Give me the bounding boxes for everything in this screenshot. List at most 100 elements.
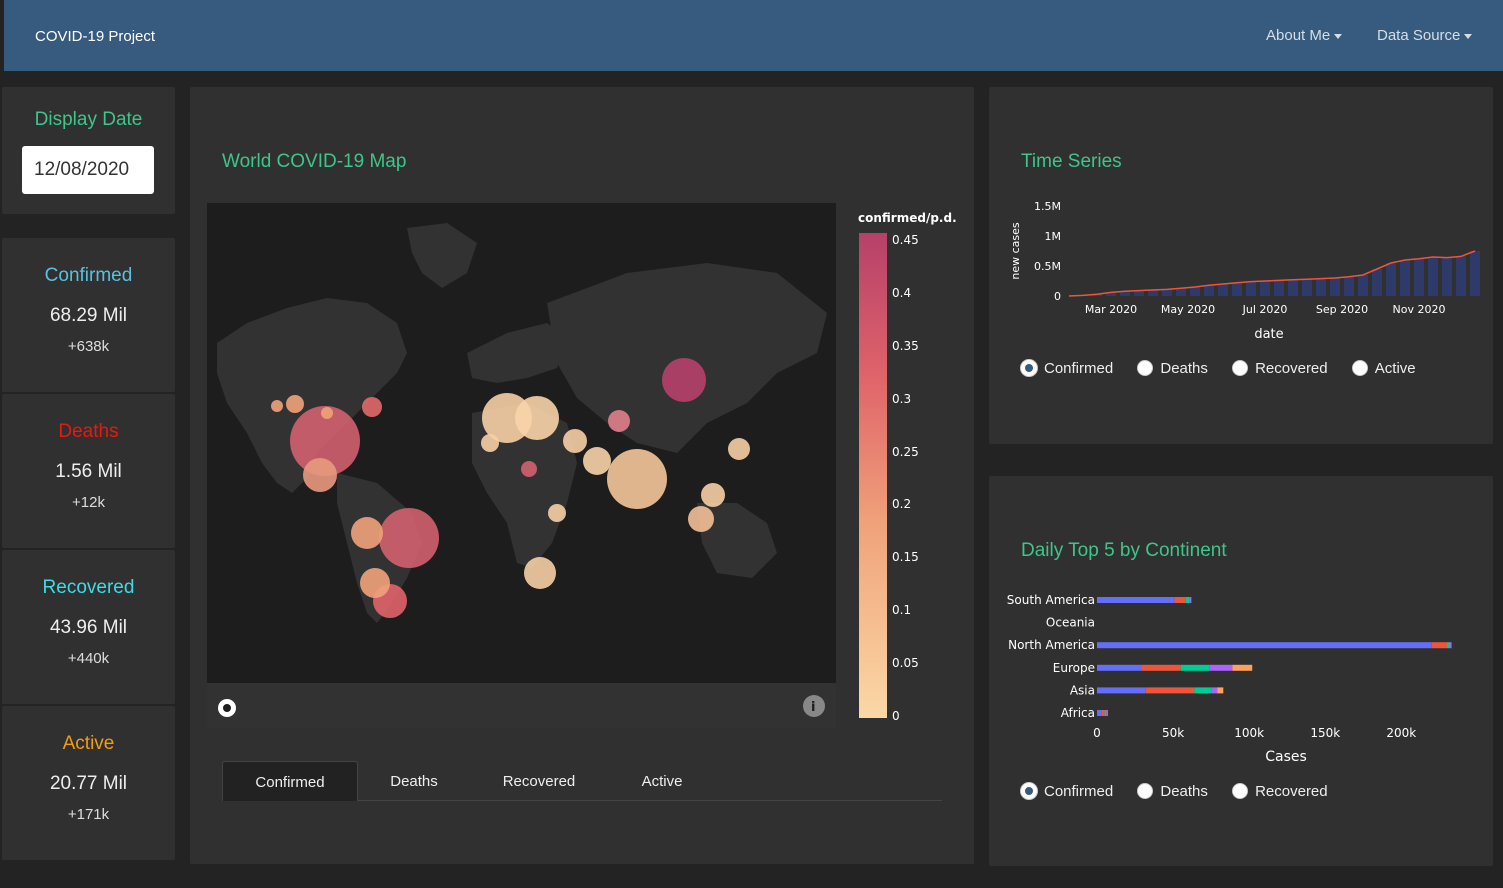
radio-active-label[interactable]: Active: [1375, 360, 1416, 377]
bar-segment[interactable]: [1141, 664, 1181, 671]
bar-segment[interactable]: [1194, 687, 1212, 694]
top5-radio-confirmed-label[interactable]: Confirmed: [1044, 783, 1113, 800]
ts-bar: [1316, 278, 1326, 296]
map-panel: World COVID-19 Map i confirmed/p.d. 0.45…: [190, 87, 974, 864]
ts-x-axis-title: date: [1254, 327, 1283, 342]
map-bubble[interactable]: [351, 517, 383, 549]
brand-title[interactable]: COVID-19 Project: [35, 28, 155, 45]
bar-segment[interactable]: [1209, 664, 1233, 671]
landmass: [207, 223, 836, 728]
colorbar-title: confirmed/p.d.: [858, 211, 957, 225]
radio-confirmed-label[interactable]: Confirmed: [1044, 360, 1113, 377]
bar-x-tick: 100k: [1234, 726, 1264, 740]
top5-radio-deaths-label[interactable]: Deaths: [1160, 783, 1208, 800]
time-series-panel: Time Series 0 0.5M 1M 1.5M Mar 2020 May 2020 J…: [989, 87, 1493, 444]
map-bubble[interactable]: [521, 461, 537, 477]
ts-y-tick: 1.5M: [1034, 200, 1061, 213]
caret-down-icon: [1334, 33, 1343, 39]
date-panel: Display Date 12/08/2020: [2, 87, 175, 214]
bar-segment[interactable]: [1189, 597, 1192, 603]
about-me-dropdown[interactable]: About Me: [1266, 27, 1343, 44]
ts-bar: [1162, 289, 1172, 296]
map-bubble[interactable]: [321, 407, 333, 419]
tab-recovered[interactable]: Recovered: [474, 761, 604, 801]
bar-segment[interactable]: [1097, 642, 1432, 649]
bar-segment[interactable]: [1106, 710, 1108, 716]
bar-segment[interactable]: [1101, 710, 1105, 716]
map-bubble[interactable]: [379, 508, 439, 568]
bar-segment[interactable]: [1217, 687, 1224, 694]
ts-bar: [1330, 278, 1340, 296]
world-map-svg: i: [207, 223, 836, 728]
colorbar-tick-label: 0.35: [892, 338, 919, 353]
radio-recovered-label[interactable]: Recovered: [1255, 360, 1328, 377]
ts-bar: [1414, 258, 1424, 296]
map-bubble[interactable]: [662, 358, 706, 402]
ts-bar: [1470, 251, 1480, 296]
ts-x-tick: Sep 2020: [1316, 303, 1368, 316]
bar-segment[interactable]: [1097, 664, 1142, 671]
tab-deaths[interactable]: Deaths: [358, 761, 470, 801]
radio-active[interactable]: [1351, 360, 1368, 376]
radio-recovered[interactable]: [1232, 360, 1249, 376]
map-bubble[interactable]: [608, 410, 630, 432]
map-bubble[interactable]: [688, 506, 714, 532]
data-source-label: Data Source: [1377, 27, 1461, 44]
bar-segment[interactable]: [1097, 597, 1175, 603]
radio-deaths-label[interactable]: Deaths: [1160, 360, 1208, 377]
map-bubble[interactable]: [360, 568, 390, 598]
tab-active[interactable]: Active: [612, 761, 712, 801]
top5-radio-recovered-label[interactable]: Recovered: [1255, 783, 1328, 800]
bar-segment[interactable]: [1106, 710, 1107, 716]
ts-bar: [1288, 279, 1298, 296]
ts-y-tick: 0: [1054, 290, 1061, 303]
bar-segment[interactable]: [1180, 664, 1210, 671]
ts-bar: [1176, 288, 1186, 296]
bar-segment[interactable]: [1447, 642, 1451, 649]
ts-bar: [1232, 282, 1242, 296]
colorbar-tick-label: 0.45: [892, 233, 919, 247]
top5-radio-recovered[interactable]: [1232, 783, 1249, 799]
recovered-delta: +440k: [67, 650, 110, 667]
recovered-card: Recovered 43.96 Mil +440k: [2, 550, 175, 704]
radio-confirmed[interactable]: [1021, 360, 1037, 376]
map-bubble[interactable]: [303, 458, 337, 492]
bar-segment[interactable]: [1185, 597, 1190, 603]
bar-segment[interactable]: [1450, 642, 1452, 649]
map-bubble[interactable]: [515, 396, 559, 440]
bar-segment[interactable]: [1097, 687, 1146, 694]
radio-deaths[interactable]: [1137, 360, 1154, 376]
map-bubble[interactable]: [548, 504, 566, 522]
active-delta: +171k: [67, 806, 110, 823]
data-source-dropdown[interactable]: Data Source: [1377, 27, 1473, 44]
bar-segment[interactable]: [1174, 597, 1186, 603]
map-bubble[interactable]: [728, 438, 750, 460]
bar-segment[interactable]: [1145, 687, 1195, 694]
map-bubble[interactable]: [286, 395, 304, 413]
bar-segment[interactable]: [1211, 687, 1218, 694]
map-bubble[interactable]: [362, 397, 382, 417]
map-bubble[interactable]: [583, 447, 611, 475]
map-bubble[interactable]: [481, 434, 499, 452]
ts-bar: [1204, 285, 1214, 296]
recovered-value: 43.96 Mil: [49, 617, 128, 638]
ts-y-tick: 0.5M: [1034, 260, 1061, 273]
bar-x-axis-title: Cases: [1265, 749, 1307, 765]
bar-segment[interactable]: [1104, 710, 1107, 716]
bar-segment[interactable]: [1097, 710, 1102, 716]
ts-bar: [1428, 257, 1438, 296]
top5-radio-deaths[interactable]: [1137, 783, 1154, 799]
top5-radio-confirmed[interactable]: [1021, 783, 1037, 799]
map-bubble[interactable]: [607, 449, 667, 509]
bar-segment[interactable]: [1431, 642, 1447, 649]
date-input[interactable]: 12/08/2020: [22, 146, 154, 194]
map-bubble[interactable]: [563, 429, 587, 453]
tab-confirmed[interactable]: Confirmed: [222, 761, 358, 801]
map-bubble[interactable]: [701, 483, 725, 507]
top5-title: Daily Top 5 by Continent: [1021, 540, 1227, 561]
colorbar-tick-label: 0.2: [892, 497, 912, 512]
world-map[interactable]: i: [207, 203, 836, 728]
map-bubble[interactable]: [271, 400, 283, 412]
bar-segment[interactable]: [1232, 664, 1253, 671]
map-bubble[interactable]: [524, 557, 556, 589]
